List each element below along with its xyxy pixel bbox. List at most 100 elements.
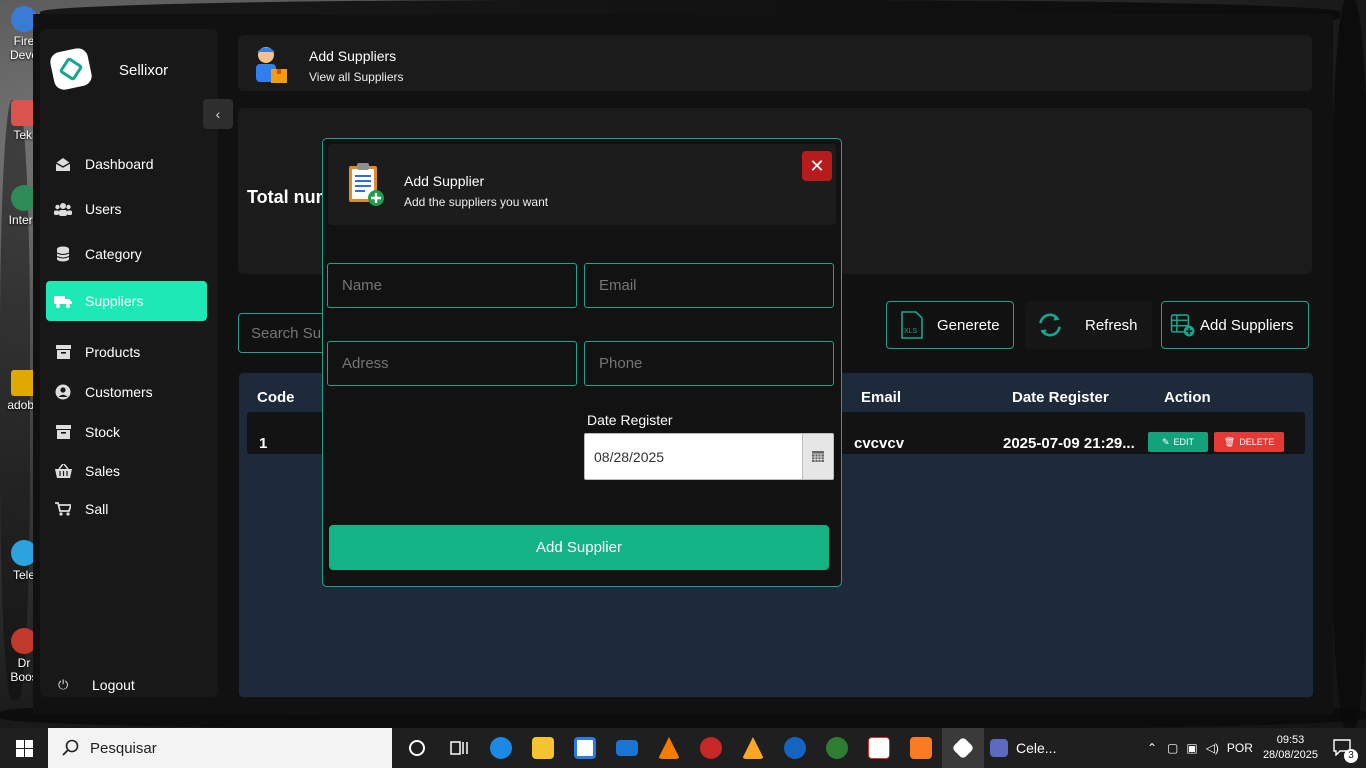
sidebar-item-label: Category: [85, 246, 142, 262]
column-header-action: Action: [1164, 389, 1211, 406]
windows-logo-icon: [15, 739, 33, 757]
phone-field[interactable]: [584, 341, 834, 386]
volume-icon[interactable]: ◁): [1206, 741, 1219, 755]
sidebar-item-label: Users: [85, 201, 122, 217]
chevron-up-icon[interactable]: ⌃: [1147, 741, 1157, 755]
cart-icon: [54, 501, 72, 517]
network-icon[interactable]: ▣: [1186, 741, 1197, 755]
dialog-subtitle: Add the suppliers you want: [404, 195, 549, 209]
sidebar-item-category[interactable]: Category: [46, 234, 207, 274]
refresh-icon: [1037, 312, 1063, 338]
xls-file-icon: XLS: [899, 311, 925, 339]
cell-date: 2025-07-09 21:29...: [1003, 435, 1135, 452]
cell-email: cvcvcv: [854, 435, 905, 452]
truck-icon: [54, 293, 72, 309]
svg-text:XLS: XLS: [904, 328, 918, 335]
sidebar: Sellixor Dashboard Users Category Suppli…: [40, 29, 218, 697]
video-app-icon: [990, 739, 1008, 757]
column-header-date: Date Register: [1012, 389, 1109, 406]
utorrent-icon[interactable]: [816, 728, 858, 768]
system-tray: ⌃ ▢ ▣ ◁) POR 09:53 28/08/2025 3: [1147, 728, 1366, 768]
sidebar-item-stock[interactable]: Stock: [46, 412, 207, 452]
edit-button[interactable]: ✎ EDIT: [1148, 432, 1208, 452]
add-suppliers-label: Add Suppliers: [1200, 316, 1294, 334]
add-supplier-submit-button[interactable]: Add Supplier: [329, 525, 829, 570]
user-circle-icon: [54, 384, 72, 400]
vlc-icon[interactable]: [648, 728, 690, 768]
trash-icon: 🗑: [1223, 436, 1236, 447]
sidebar-item-label: Stock: [85, 424, 121, 440]
column-header-email: Email: [861, 389, 902, 406]
submit-label: Add Supplier: [536, 539, 622, 556]
sidebar-item-customers[interactable]: Customers: [46, 372, 207, 412]
database-icon: [54, 246, 72, 262]
b4j-icon[interactable]: [858, 728, 900, 768]
pencil-icon: ✎: [1161, 436, 1170, 447]
clock-time: 09:53: [1276, 734, 1305, 746]
cortana-icon[interactable]: [396, 728, 438, 768]
sidebar-collapse-button[interactable]: ‹: [203, 99, 233, 129]
page-header: Add Suppliers View all Suppliers: [238, 35, 1312, 91]
generate-report-button[interactable]: XLS Generete: [886, 301, 1014, 349]
store-icon[interactable]: [564, 728, 606, 768]
chevron-left-icon: ‹: [215, 106, 221, 122]
brand-logo: [48, 46, 94, 92]
calendar-icon[interactable]: [802, 434, 833, 479]
delete-button[interactable]: 🗑 DELETE: [1214, 432, 1284, 452]
page-title: Add Suppliers: [309, 48, 397, 64]
envelope-open-icon: [54, 156, 72, 172]
sidebar-item-label: Sales: [85, 463, 121, 479]
firefox-icon[interactable]: [774, 728, 816, 768]
address-field[interactable]: [327, 341, 577, 386]
dialog-header: Add Supplier Add the suppliers you want: [328, 144, 836, 225]
clock[interactable]: 09:53 28/08/2025: [1263, 733, 1318, 763]
close-button[interactable]: ✕: [802, 151, 832, 181]
sidebar-item-sall[interactable]: Sall: [46, 489, 207, 529]
date-register-label: Date Register: [587, 412, 673, 428]
users-icon: [54, 201, 72, 217]
box-icon: [54, 344, 72, 360]
running-app-button[interactable]: Cele...: [984, 728, 1062, 768]
date-register-picker[interactable]: 08/28/2025: [584, 433, 834, 480]
edge-icon[interactable]: [480, 728, 522, 768]
sidebar-item-dashboard[interactable]: Dashboard: [46, 144, 207, 184]
sidebar-item-users[interactable]: Users: [46, 189, 207, 229]
aimp-icon[interactable]: [732, 728, 774, 768]
add-list-icon: [1170, 312, 1196, 338]
taskbar: Pesquisar Cele... ⌃ ▢ ▣ ◁) POR 09:53 28/…: [0, 728, 1366, 768]
close-icon: ✕: [809, 155, 825, 176]
name-field[interactable]: [327, 263, 577, 308]
sidebar-item-suppliers[interactable]: Suppliers: [46, 281, 207, 321]
mail-icon[interactable]: [606, 728, 648, 768]
windows-start-button[interactable]: [0, 728, 48, 768]
taskbar-search-label: Pesquisar: [90, 739, 157, 757]
generate-label: Generete: [937, 316, 1000, 334]
sidebar-item-products[interactable]: Products: [46, 332, 207, 372]
sidebar-item-sales[interactable]: Sales: [46, 451, 207, 491]
notification-center-button[interactable]: 3: [1332, 738, 1358, 763]
file-explorer-icon[interactable]: [522, 728, 564, 768]
language-indicator[interactable]: POR: [1227, 741, 1253, 755]
email-field[interactable]: [584, 263, 834, 308]
edit-label: EDIT: [1173, 437, 1195, 447]
power-icon: ⏻: [58, 677, 69, 692]
antivirus-icon[interactable]: [690, 728, 732, 768]
task-view-icon[interactable]: [438, 728, 480, 768]
page-subtitle: View all Suppliers: [309, 70, 404, 84]
taskbar-search-box[interactable]: Pesquisar: [48, 728, 392, 768]
sidebar-item-label: Sall: [85, 501, 109, 517]
clock-date: 28/08/2025: [1262, 749, 1318, 761]
add-suppliers-button[interactable]: Add Suppliers: [1161, 301, 1309, 349]
brand-name: Sellixor: [119, 62, 169, 79]
running-app-label: Cele...: [1016, 740, 1057, 756]
logout-label: Logout: [92, 677, 135, 693]
meet-now-icon[interactable]: ▢: [1167, 741, 1178, 755]
logout-button[interactable]: ⏻ Logout: [58, 677, 135, 693]
refresh-button[interactable]: Refresh: [1025, 301, 1152, 349]
sidebar-item-label: Suppliers: [85, 293, 144, 309]
supplier-person-icon: [250, 43, 290, 85]
xampp-icon[interactable]: [900, 728, 942, 768]
delete-label: DELETE: [1239, 437, 1275, 447]
add-supplier-dialog: Add Supplier Add the suppliers you want …: [322, 138, 842, 587]
sellixor-taskbar-icon[interactable]: [942, 728, 984, 768]
